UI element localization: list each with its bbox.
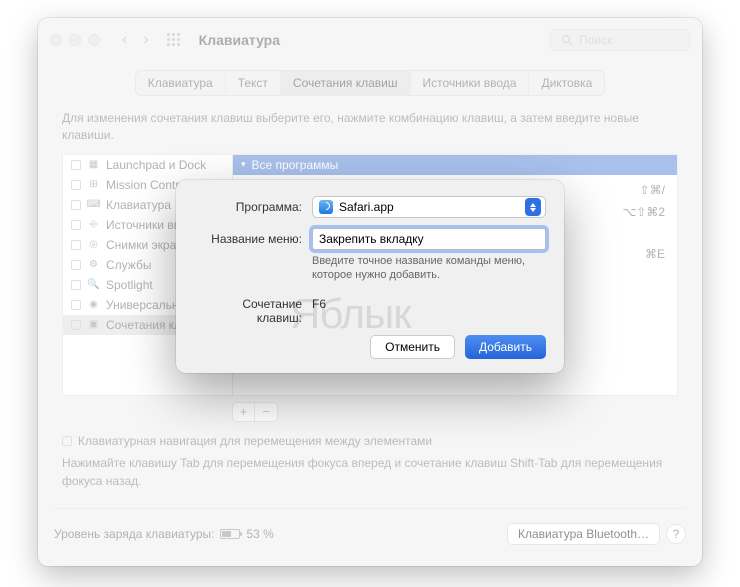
sidebar-item-launchpad[interactable]: ▦Launchpad и Dock <box>63 155 232 175</box>
help-button[interactable]: ? <box>666 524 686 544</box>
shortcut-field-label: Сочетание клавиш: <box>194 293 312 325</box>
footer: Уровень заряда клавиатуры: 53 % Клавиату… <box>38 517 702 555</box>
checkbox-icon[interactable] <box>71 240 81 250</box>
titlebar: ‹ › Клавиатура Поиск <box>38 18 702 62</box>
checkbox-icon[interactable] <box>71 320 81 330</box>
spotlight-icon: 🔍 <box>87 278 100 291</box>
search-icon <box>561 34 573 46</box>
back-button[interactable]: ‹ <box>118 31 131 49</box>
tab-keyboard[interactable]: Клавиатура <box>136 71 226 95</box>
shortcut-value[interactable]: F6 <box>312 293 546 311</box>
screenshot-icon: ◎ <box>87 238 100 251</box>
search-field[interactable]: Поиск <box>550 29 690 51</box>
checkbox-icon[interactable] <box>71 220 81 230</box>
add-shortcut-sheet: Программа: Safari.app Название меню: Вве… <box>176 180 564 373</box>
application-value: Safari.app <box>339 200 394 214</box>
group-header-all-apps[interactable]: ▾ Все программы <box>233 155 677 175</box>
bluetooth-keyboard-button[interactable]: Клавиатура Bluetooth… <box>507 523 660 545</box>
show-all-icon[interactable] <box>167 33 181 47</box>
checkbox-icon[interactable] <box>71 300 81 310</box>
app-field-label: Программа: <box>194 196 312 214</box>
battery-label: Уровень заряда клавиатуры: <box>54 527 214 541</box>
keyboard-nav-help: Нажимайте клавишу Tab для перемещения фо… <box>62 454 678 490</box>
close-icon[interactable] <box>50 34 62 46</box>
services-icon: ⚙ <box>87 258 100 271</box>
keyboard-icon: ⌨ <box>87 198 100 211</box>
keyboard-nav-checkbox[interactable] <box>62 436 72 446</box>
window-title: Клавиатура <box>199 32 280 48</box>
checkbox-icon[interactable] <box>71 260 81 270</box>
battery-icon <box>220 529 240 539</box>
launchpad-icon: ▦ <box>87 158 100 171</box>
divider <box>54 508 686 509</box>
accessibility-icon: ◉ <box>87 298 100 311</box>
search-placeholder: Поиск <box>579 33 612 47</box>
bottom-section: Клавиатурная навигация для перемещения м… <box>38 422 702 500</box>
tab-dictation[interactable]: Диктовка <box>529 71 604 95</box>
add-button[interactable]: + <box>233 403 255 421</box>
safari-icon <box>319 200 333 214</box>
popup-arrows-icon <box>525 198 541 216</box>
input-icon: ⎆ <box>87 218 100 231</box>
menu-title-input[interactable] <box>312 228 546 250</box>
battery-percent: 53 % <box>246 527 273 541</box>
mission-control-icon: ⊞ <box>87 178 100 191</box>
checkbox-icon[interactable] <box>71 160 81 170</box>
app-shortcuts-icon: ▣ <box>87 318 100 331</box>
menu-title-hint: Введите точное название команды меню, ко… <box>312 254 546 283</box>
keyboard-nav-label: Клавиатурная навигация для перемещения м… <box>78 432 432 450</box>
add-remove-control: + − <box>232 402 278 422</box>
description-text: Для изменения сочетания клавиш выберите … <box>38 96 702 154</box>
forward-button[interactable]: › <box>139 31 152 49</box>
tab-text[interactable]: Текст <box>226 71 281 95</box>
tab-bar: Клавиатура Текст Сочетания клавиш Источн… <box>38 70 702 96</box>
application-popup[interactable]: Safari.app <box>312 196 546 218</box>
disclosure-triangle-icon[interactable]: ▾ <box>241 159 246 170</box>
cancel-button[interactable]: Отменить <box>370 335 455 359</box>
checkbox-icon[interactable] <box>71 280 81 290</box>
zoom-icon[interactable] <box>88 34 100 46</box>
tab-input-sources[interactable]: Источники ввода <box>411 71 530 95</box>
segmented-control: Клавиатура Текст Сочетания клавиш Источн… <box>135 70 606 96</box>
window-controls <box>50 34 100 46</box>
remove-button[interactable]: − <box>255 403 277 421</box>
add-button[interactable]: Добавить <box>465 335 546 359</box>
checkbox-icon[interactable] <box>71 200 81 210</box>
menu-title-label: Название меню: <box>194 228 312 246</box>
tab-shortcuts[interactable]: Сочетания клавиш <box>281 71 411 95</box>
checkbox-icon[interactable] <box>71 180 81 190</box>
minimize-icon[interactable] <box>69 34 81 46</box>
